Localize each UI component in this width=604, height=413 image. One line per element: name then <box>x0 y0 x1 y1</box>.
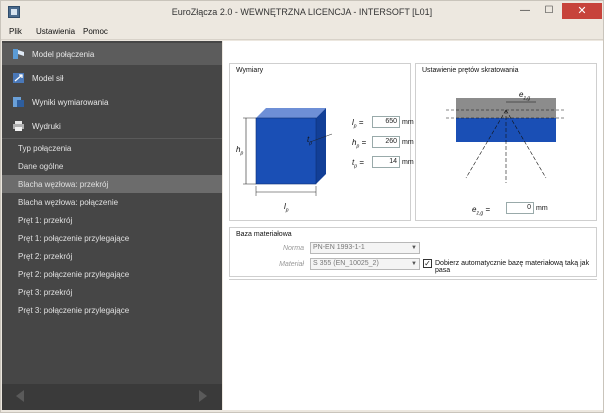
subitem-pret3-przekroj[interactable]: Pręt 3: przekrój <box>2 283 222 301</box>
subitem-pret2-polaczenie[interactable]: Pręt 2: połączenie przylegające <box>2 265 222 283</box>
hp-unit: mm <box>402 139 414 146</box>
dimensions-title: Wymiary <box>236 67 264 74</box>
subitem-pret1-polaczenie[interactable]: Pręt 1: połączenie przylegające <box>2 229 222 247</box>
bars-diagram <box>446 98 566 183</box>
auto-material-checkbox[interactable]: ✓ <box>423 259 432 268</box>
subitem-blacha-przekroj[interactable]: Blacha węzłowa: przekrój <box>2 175 222 193</box>
material-title: Baza materiałowa <box>236 231 292 238</box>
chevron-down-icon: ▼ <box>411 261 417 267</box>
sidebar: Model połączenia Model sił Wyniki wymiar… <box>2 41 222 410</box>
hp-field[interactable]: 260 <box>372 136 400 148</box>
nav-model-sil[interactable]: Model sił <box>2 67 222 89</box>
material-label: Materiał <box>279 261 304 268</box>
diagram-hp-label: hp <box>236 145 244 157</box>
printer-icon <box>13 121 24 131</box>
subitem-pret2-przekroj[interactable]: Pręt 2: przekrój <box>2 247 222 265</box>
subitem-label: Blacha węzłowa: przekrój <box>18 180 109 189</box>
nav-label: Wyniki wymiarowania <box>32 98 109 107</box>
diagram-ezg-label: ez,g <box>519 90 531 102</box>
subitem-blacha-polaczenie[interactable]: Blacha węzłowa: połączenie <box>2 193 222 211</box>
nav-label: Wydruki <box>32 122 61 131</box>
bars-setting-title: Ustawienie prętów skratowania <box>422 67 519 74</box>
ezg-unit: mm <box>536 205 548 212</box>
ezg-label: ez,g = <box>472 205 491 217</box>
nav-model-polaczenia[interactable]: Model połączenia <box>2 43 222 65</box>
bars-setting-panel: Ustawienie prętów skratowania ez,g ez,g … <box>415 63 597 221</box>
ezg-field[interactable]: 0 <box>506 202 534 214</box>
nav-wyniki-wymiarowania[interactable]: Wyniki wymiarowania <box>2 91 222 113</box>
lp-unit: mm <box>402 119 414 126</box>
plate-diagram <box>243 108 333 196</box>
main-content: Wymiary tp hp lp lp = 650 mm hp = 260 mm <box>223 41 603 410</box>
tp-field[interactable]: 14 <box>372 156 400 168</box>
subitem-label: Pręt 3: przekrój <box>18 288 73 297</box>
results-icon <box>13 97 24 107</box>
tp-label: tp = <box>352 158 364 170</box>
subitem-label: Pręt 3: połączenie przylegające <box>18 306 130 315</box>
auto-material-label: Dobierz automatycznie bazę materiałową t… <box>435 260 590 274</box>
menu-bar: Plik Ustawienia Pomoc <box>1 23 603 40</box>
material-value: S 355 (EN_10025_2) <box>313 260 379 267</box>
subitem-label: Pręt 2: przekrój <box>18 252 73 261</box>
norm-label: Norma <box>282 245 304 252</box>
window-title: EuroZłącza 2.0 - WEWNĘTRZNA LICENCJA - I… <box>171 7 433 17</box>
subitem-label: Typ połączenia <box>18 144 72 153</box>
maximize-button[interactable]: ☐ <box>538 3 560 19</box>
minimize-button[interactable]: — <box>514 3 536 19</box>
subitem-label: Pręt 1: połączenie przylegające <box>18 234 130 243</box>
chevron-down-icon: ▼ <box>411 245 417 251</box>
lp-label: lp = <box>352 118 364 130</box>
title-bar[interactable]: EuroZłącza 2.0 - WEWNĘTRZNA LICENCJA - I… <box>1 1 603 23</box>
lp-field[interactable]: 650 <box>372 116 400 128</box>
subitem-pret3-polaczenie[interactable]: Pręt 3: połączenie przylegające <box>2 301 222 319</box>
subitem-dane-ogolne[interactable]: Dane ogólne <box>2 157 222 175</box>
nav-label: Model połączenia <box>32 50 95 59</box>
nav-wydruki[interactable]: Wydruki <box>2 115 222 137</box>
subitem-label: Dane ogólne <box>18 162 64 171</box>
tp-unit: mm <box>402 159 414 166</box>
arrow-left-icon[interactable] <box>16 390 24 402</box>
diagram-tp-label: tp <box>307 135 313 147</box>
application-window: EuroZłącza 2.0 - WEWNĘTRZNA LICENCJA - I… <box>0 0 604 413</box>
norm-select[interactable]: PN-EN 1993-1-1 ▼ <box>310 242 420 254</box>
subitem-label: Pręt 1: przekrój <box>18 216 73 225</box>
material-select[interactable]: S 355 (EN_10025_2) ▼ <box>310 258 420 270</box>
subitem-pret1-przekroj[interactable]: Pręt 1: przekrój <box>2 211 222 229</box>
joint-model-icon <box>13 49 24 59</box>
subitem-typ-polaczenia[interactable]: Typ połączenia <box>2 139 222 157</box>
sidebar-footer <box>2 384 222 410</box>
dimensions-panel: Wymiary tp hp lp lp = 650 mm hp = 260 mm <box>229 63 414 221</box>
subitem-label: Blacha węzłowa: połączenie <box>18 198 119 207</box>
arrow-right-icon[interactable] <box>199 390 207 402</box>
forces-model-icon <box>13 73 24 83</box>
menu-plik[interactable]: Plik <box>9 27 22 36</box>
nav-label: Model sił <box>32 74 64 83</box>
norm-value: PN-EN 1993-1-1 <box>313 244 365 251</box>
close-button[interactable]: ✕ <box>562 3 602 19</box>
menu-ustawienia[interactable]: Ustawienia <box>36 27 75 36</box>
content-divider <box>229 279 597 280</box>
subitem-label: Pręt 2: połączenie przylegające <box>18 270 130 279</box>
hp-label: hp = <box>352 138 367 150</box>
diagram-lp-label: lp <box>284 202 289 214</box>
menu-pomoc[interactable]: Pomoc <box>83 27 108 36</box>
